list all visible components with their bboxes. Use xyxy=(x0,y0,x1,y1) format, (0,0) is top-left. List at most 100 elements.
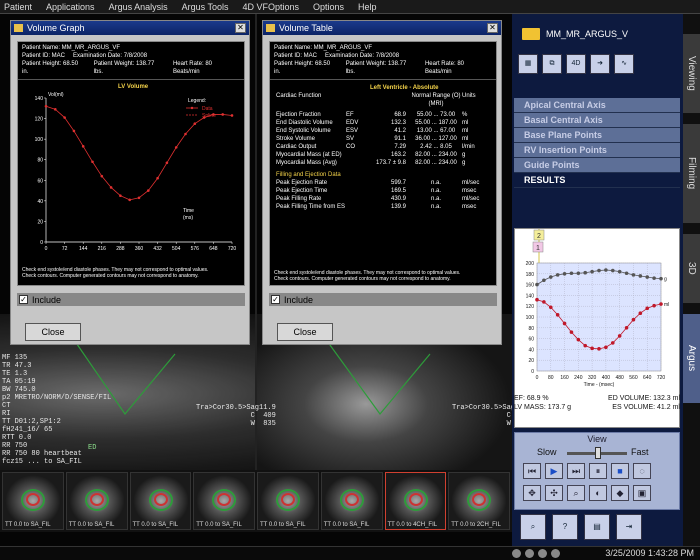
thumbnail[interactable]: TT 0.0 to SA_FIL xyxy=(2,472,64,530)
row-value: 139.9 xyxy=(390,204,406,210)
row-abbr xyxy=(346,159,370,167)
document-icon[interactable]: ▤ xyxy=(584,514,610,540)
thumbnail[interactable]: TT 0.0 to 4CH_FIL xyxy=(384,472,447,530)
next-frame-icon[interactable]: ⏭ xyxy=(567,463,585,479)
menu-argus-analysis[interactable]: Argus Analysis xyxy=(109,2,168,12)
speed-slider-handle[interactable] xyxy=(595,447,601,459)
series-point xyxy=(555,273,560,277)
data-point xyxy=(193,122,197,126)
thumbnail-label: TT 0.0 to SA_FIL xyxy=(323,522,370,528)
row-abbr: SV xyxy=(346,136,355,142)
row-value: 132.3 xyxy=(390,120,406,126)
include-checkbox-row[interactable]: ✓ Include xyxy=(269,293,497,306)
x-tick-label: 576 xyxy=(191,246,200,252)
legend-spline-label: Spline xyxy=(202,113,216,119)
tray-icon[interactable] xyxy=(551,549,560,558)
menu-argus-tools[interactable]: Argus Tools xyxy=(182,2,229,12)
tab-argus[interactable]: Argus xyxy=(683,314,700,404)
thumbnail[interactable]: TT 0.0 to SA_FIL xyxy=(320,472,383,530)
row-unit: l/min xyxy=(462,144,475,150)
thumbnail[interactable]: TT 0.0 to SA_FIL xyxy=(257,472,319,530)
y-tick-label: 0 xyxy=(40,240,43,246)
4d-icon[interactable]: 4D xyxy=(566,54,586,74)
close-icon[interactable]: ✕ xyxy=(487,23,498,33)
export-icon[interactable]: ⇥ xyxy=(616,514,642,540)
series-point xyxy=(631,273,636,277)
patient-height: Patient Height: 68.50 in. xyxy=(274,61,331,75)
include-checkbox-row[interactable]: ✓ Include xyxy=(17,293,245,306)
results-table: Left Ventricle - Absolute Cardiac Functi… xyxy=(270,80,496,213)
series-point xyxy=(652,303,656,308)
include-checkbox[interactable]: ✓ xyxy=(271,295,280,304)
lv-volume-chart: LV Volume Vol(ml) 0 20 40 60 80 100 120 140 0 72 144… xyxy=(18,80,244,266)
section-title: Left Ventricle - Absolute xyxy=(370,85,439,91)
contrast-icon[interactable]: ◐ xyxy=(589,485,607,501)
tab-3d[interactable]: 3D xyxy=(683,234,700,304)
volume-graph-titlebar[interactable]: Volume Graph ✕ xyxy=(11,21,249,35)
volume-table-titlebar[interactable]: Volume Table ✕ xyxy=(263,21,501,35)
shape-icon[interactable]: ◆ xyxy=(611,485,629,501)
row-unit: g xyxy=(462,152,466,158)
curve-icon[interactable]: ∿ xyxy=(614,54,634,74)
menu-applications[interactable]: Applications xyxy=(46,2,95,12)
copy-icon[interactable]: ⧉ xyxy=(542,54,562,74)
pause-icon[interactable]: ⏸ xyxy=(589,463,607,479)
image-icon[interactable]: ▣ xyxy=(633,485,651,501)
data-point xyxy=(72,129,76,133)
col-units: Units xyxy=(462,93,476,99)
include-checkbox[interactable]: ✓ xyxy=(19,295,28,304)
zoom-icon[interactable]: ⌕ xyxy=(567,485,585,501)
menu-patient[interactable]: Patient xyxy=(4,2,32,12)
step-item[interactable]: Basal Central Axis xyxy=(514,113,680,128)
data-point xyxy=(44,104,48,108)
first-frame-icon[interactable]: ⏮ xyxy=(523,463,541,479)
grid-layout-icon[interactable]: ▦ xyxy=(518,54,538,74)
step-item[interactable]: RESULTS xyxy=(514,173,680,188)
tab-viewing[interactable]: Viewing xyxy=(683,34,700,114)
x-axis-label-2: (ms) xyxy=(183,215,193,221)
play-icon[interactable]: ▶ xyxy=(545,463,563,479)
pan-icon[interactable]: ✣ xyxy=(545,485,563,501)
move-icon[interactable]: ✥ xyxy=(523,485,541,501)
close-button[interactable]: Close xyxy=(277,323,333,341)
thumbnail[interactable]: TT 0.0 to SA_FIL xyxy=(129,472,192,530)
patient-info: Patient Name: MM_MR_ARGUS_VF Patient ID:… xyxy=(18,42,244,80)
row-abbr: CO xyxy=(346,144,355,150)
help-icon[interactable]: ? xyxy=(552,514,578,540)
tab-filming[interactable]: Filming xyxy=(683,124,700,224)
series-point xyxy=(576,271,581,276)
step-item[interactable]: Apical Central Axis xyxy=(514,98,680,113)
menu-options[interactable]: Options xyxy=(313,2,344,12)
thumbnail-strip: TT 0.0 to SA_FIL TT 0.0 to SA_FIL TT 0.0 t… xyxy=(0,470,512,532)
tray-icon[interactable] xyxy=(538,549,547,558)
window-icon xyxy=(266,24,275,32)
find-icon[interactable]: ⌕ xyxy=(520,514,546,540)
thumbnail[interactable]: TT 0.0 to SA_FIL xyxy=(65,472,128,530)
step-item[interactable]: RV Insertion Points xyxy=(514,143,680,158)
series-point xyxy=(631,317,636,322)
tray-icon[interactable] xyxy=(525,549,534,558)
y-tick-label: 40 xyxy=(528,347,534,353)
col-function: Cardiac Function xyxy=(276,93,322,99)
menu-bar: Patient Applications Argus Analysis Argu… xyxy=(0,0,700,14)
arrow-right-icon[interactable]: ➜ xyxy=(590,54,610,74)
loop-icon[interactable]: ◌ xyxy=(633,463,651,479)
y-tick-label: 60 xyxy=(528,337,534,343)
row-range: 36.00 ... 127.00 xyxy=(415,136,457,142)
row-value: 169.5 xyxy=(390,188,406,194)
close-icon[interactable]: ✕ xyxy=(235,23,246,33)
step-item[interactable]: Base Plane Points xyxy=(514,128,680,143)
series-point xyxy=(535,297,539,302)
volume-table-dialog: Volume Table ✕ Patient Name: MM_MR_ARGUS… xyxy=(262,20,502,345)
step-item[interactable]: Guide Points xyxy=(514,158,680,173)
row-name: Ejection Fraction xyxy=(276,112,321,118)
x-tick-label: 640 xyxy=(643,375,652,381)
tray-icon[interactable] xyxy=(512,549,521,558)
menu-4d-vfoptions[interactable]: 4D VFOptions xyxy=(242,2,299,12)
thumbnail[interactable]: TT 0.0 to SA_FIL xyxy=(193,472,255,530)
stop-icon[interactable]: ■ xyxy=(611,463,629,479)
x-tick-label: 504 xyxy=(172,246,181,252)
thumbnail[interactable]: TT 0.0 to 2CH_FIL xyxy=(448,472,510,530)
close-button[interactable]: Close xyxy=(25,323,81,341)
menu-help[interactable]: Help xyxy=(358,2,377,12)
